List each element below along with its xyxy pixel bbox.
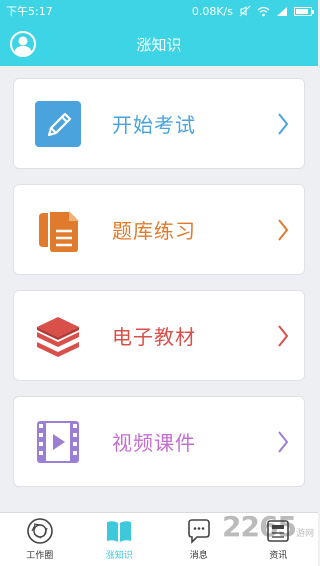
battery-icon	[294, 6, 314, 16]
avatar[interactable]	[10, 31, 36, 57]
watermark: 2265游网	[222, 510, 314, 543]
chevron-right-icon	[278, 325, 289, 347]
documents-icon	[39, 210, 80, 253]
menu-label-video-courseware: 视频课件	[112, 431, 196, 455]
chevron-right-icon	[278, 113, 289, 135]
nav-item-work-circle[interactable]: 工作圈	[0, 513, 80, 566]
status-bar: 下午5:17 0.08K/s	[0, 0, 318, 22]
chevron-right-icon	[278, 431, 289, 453]
menu-label-start-exam: 开始考试	[112, 113, 196, 137]
mute-icon	[239, 5, 251, 17]
chat-bubble-icon	[187, 519, 210, 544]
status-indicators: 0.08K/s	[191, 4, 314, 18]
nav-label-knowledge: 涨知识	[105, 551, 133, 561]
open-book-icon	[107, 521, 132, 542]
nav-label-news: 资讯	[269, 551, 288, 561]
chevron-right-icon	[278, 219, 289, 241]
film-play-icon	[37, 421, 79, 463]
menu-label-e-textbook: 电子教材	[112, 325, 196, 349]
menu-card-video-courseware[interactable]: 视频课件	[13, 396, 305, 487]
title-bar: 涨知识	[0, 22, 318, 66]
user-avatar-icon	[14, 36, 32, 55]
menu-card-question-bank[interactable]: 题库练习	[13, 184, 305, 275]
page-title: 涨知识	[136, 35, 182, 54]
network-speed: 0.08K/s	[191, 4, 233, 18]
menu-card-start-exam[interactable]: 开始考试	[13, 78, 305, 169]
status-time: 下午5:17	[6, 5, 53, 18]
nav-label-messages: 消息	[189, 551, 208, 561]
watermark-sub: 游网	[295, 529, 314, 539]
pencil-edit-icon	[35, 101, 81, 147]
nav-item-knowledge[interactable]: 涨知识	[80, 513, 160, 566]
menu-label-question-bank: 题库练习	[112, 219, 196, 243]
menu-card-e-textbook[interactable]: 电子教材	[13, 290, 305, 381]
nav-label-work-circle: 工作圈	[26, 551, 54, 561]
aperture-circle-icon	[26, 518, 53, 544]
layered-books-icon	[37, 317, 79, 357]
watermark-text: 2265	[222, 510, 297, 543]
signal-icon	[277, 6, 287, 16]
wifi-icon	[257, 6, 270, 16]
app-screen: 下午5:17 0.08K/s 涨知识 开始考试 题库练习 电子教材 视频课件 工…	[0, 0, 318, 566]
